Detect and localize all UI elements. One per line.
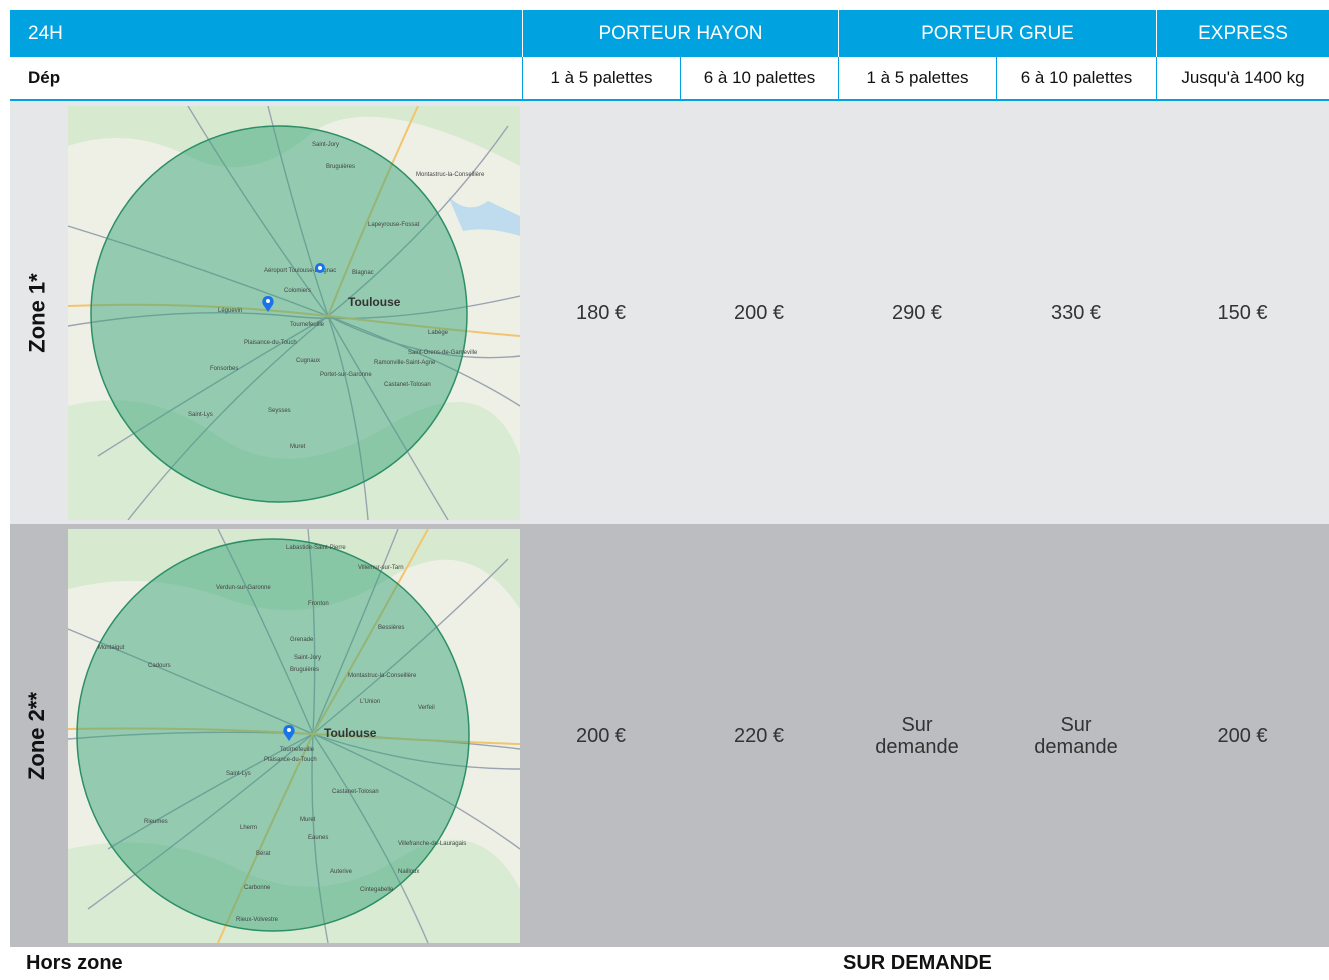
zone-2-map-town: Bruguières	[290, 667, 319, 673]
zone-1-map-town: Ramonville-Saint-Agne	[374, 360, 436, 366]
zone-1-map-town: Muret	[290, 444, 306, 450]
zone-2-map-town: Verdun-sur-Garonne	[216, 585, 271, 591]
zone-2-price-express: 200 €	[1217, 724, 1268, 747]
zone-1-map-town: Bruguières	[326, 164, 355, 170]
zone-1-map-town: Léguevin	[218, 308, 242, 314]
table-subheader-row: Dép 1 à 5 palettes 6 à 10 palettes 1 à 5…	[10, 57, 1329, 101]
zone-1-map-town: Colomiers	[284, 288, 311, 294]
header-express: EXPRESS	[1156, 10, 1329, 57]
zone-1-price-hayon-6-10: 200 €	[733, 301, 785, 324]
zone-2-map-town: Labastide-Saint-Pierre	[286, 545, 346, 551]
zone-1-map-town: Tournefeuille	[290, 322, 325, 328]
zone-2-map-town: Carbonne	[244, 885, 271, 891]
zone-1-map: Toulouse Aéroport Toulouse-Blagnac Blagn…	[67, 105, 520, 520]
zone-2-price-grue-1-5: Sur demande	[875, 713, 959, 758]
subheader-grue-6-10: 6 à 10 palettes	[996, 57, 1156, 99]
zone-1-map-town: Labège	[428, 330, 449, 336]
zone-2-map-city: Toulouse	[324, 726, 377, 740]
header-24h: 24H	[28, 22, 63, 44]
header-porteur-grue: PORTEUR GRUE	[838, 10, 1156, 57]
zone-1-map-town: Aéroport Toulouse-Blagnac	[264, 268, 336, 274]
hors-zone-value: SUR DEMANDE	[843, 952, 992, 974]
zone-2-map-cell: Toulouse Labastide-Saint-Pierre Villemur…	[65, 524, 522, 947]
subheader-express-weight: Jusqu'à 1400 kg	[1156, 57, 1329, 99]
zone-1-map-town: Blagnac	[352, 270, 374, 276]
zone-2-map-town: Montaigut	[98, 645, 125, 651]
zone-2-map-town: Montastruc-la-Conseillère	[348, 673, 417, 679]
zone-1-map-town: Portet-sur-Garonne	[320, 372, 372, 378]
table-row-zone-2: Zone 2** Toulouse Labastide-Saint-Pierre…	[10, 524, 1329, 947]
zone-1-price-grue-1-5: 290 €	[891, 301, 943, 324]
zone-1-map-town: Plaisance-du-Touch	[244, 340, 297, 346]
zone-1-map-cell: Toulouse Aéroport Toulouse-Blagnac Blagn…	[65, 101, 522, 524]
airport-icon	[314, 262, 325, 273]
zone-2-label: Zone 2**	[24, 691, 50, 780]
zone-1-map-town: Seysses	[268, 408, 291, 414]
zone-2-map-town: Villefranche-de-Lauragais	[398, 841, 466, 847]
zone-2-map-town: Cintegabelle	[360, 887, 394, 893]
zone-1-map-town: Fonsorbes	[210, 366, 238, 372]
zone-2-map-town: Grenade	[290, 637, 314, 643]
zone-1-map-town: Montastruc-la-Conseillère	[416, 172, 485, 178]
zone-2-map-town: Cadours	[148, 663, 171, 669]
zone-2-map-town: Lherm	[240, 825, 257, 831]
table-header-row: 24H PORTEUR HAYON PORTEUR GRUE EXPRESS	[10, 10, 1329, 57]
zone-2-map-town: Eaunes	[308, 835, 328, 841]
zone-2-map-town: Saint-Lys	[226, 771, 251, 777]
zone-1-label: Zone 1*	[24, 272, 50, 353]
zone-2-map-town: Verfeil	[418, 705, 435, 711]
zone-2-map-town: Tournefeuille	[280, 747, 315, 753]
zone-2-map-town: Rieumes	[144, 819, 168, 825]
zone-2-price-hayon-6-10: 220 €	[733, 724, 785, 747]
zone-2-map-town: Nailloux	[398, 869, 419, 875]
zone-1-map-town: Cugnaux	[296, 358, 320, 364]
subheader-grue-1-5: 1 à 5 palettes	[838, 57, 996, 99]
zone-2-price-grue-6-10: Sur demande	[1034, 713, 1118, 758]
zone-2-price-hayon-1-5: 200 €	[575, 724, 627, 747]
zone-1-label-cell: Zone 1*	[10, 101, 65, 524]
zone-1-map-town: Saint-Lys	[188, 412, 213, 418]
table-row-zone-1: Zone 1* Toulouse Aéroport Toulouse-Blagn…	[10, 101, 1329, 524]
hors-zone-label: Hors zone	[26, 952, 123, 974]
zone-2-map-town: Fronton	[308, 601, 329, 607]
zone-1-price-grue-6-10: 330 €	[1050, 301, 1102, 324]
zone-2-map-town: Muret	[300, 817, 316, 823]
zone-2-map: Toulouse Labastide-Saint-Pierre Villemur…	[67, 528, 520, 943]
zone-1-map-city: Toulouse	[348, 295, 401, 309]
zone-1-map-town: Castanet-Tolosan	[384, 382, 431, 388]
pricing-table: 24H PORTEUR HAYON PORTEUR GRUE EXPRESS D…	[10, 10, 1329, 947]
header-porteur-hayon: PORTEUR HAYON	[522, 10, 838, 57]
zone-2-map-town: Plaisance-du-Touch	[264, 757, 317, 763]
zone-2-map-town: Villemur-sur-Tarn	[358, 565, 404, 571]
zone-1-price-express: 150 €	[1217, 301, 1268, 324]
subheader-dep: Dép	[28, 68, 61, 87]
zone-2-map-town: Castanet-Tolosan	[332, 789, 379, 795]
subheader-hayon-1-5: 1 à 5 palettes	[522, 57, 680, 99]
zone-2-map-town: Rieux-Volvestre	[236, 917, 279, 923]
zone-1-price-hayon-1-5: 180 €	[575, 301, 627, 324]
zone-2-map-town: Auterive	[330, 869, 353, 875]
zone-1-map-town: Saint-Jory	[312, 142, 339, 148]
zone-2-map-town: Saint-Jory	[294, 655, 321, 661]
zone-2-map-town: L'Union	[360, 699, 380, 705]
zone-1-map-town: Saint-Orens-de-Gameville	[408, 350, 478, 356]
zone-2-map-town: Bessières	[378, 625, 404, 631]
subheader-hayon-6-10: 6 à 10 palettes	[680, 57, 838, 99]
zone-2-label-cell: Zone 2**	[10, 524, 65, 947]
zone-2-map-town: Bérat	[256, 851, 271, 857]
zone-1-map-town: Lapeyrouse-Fossat	[368, 222, 420, 228]
